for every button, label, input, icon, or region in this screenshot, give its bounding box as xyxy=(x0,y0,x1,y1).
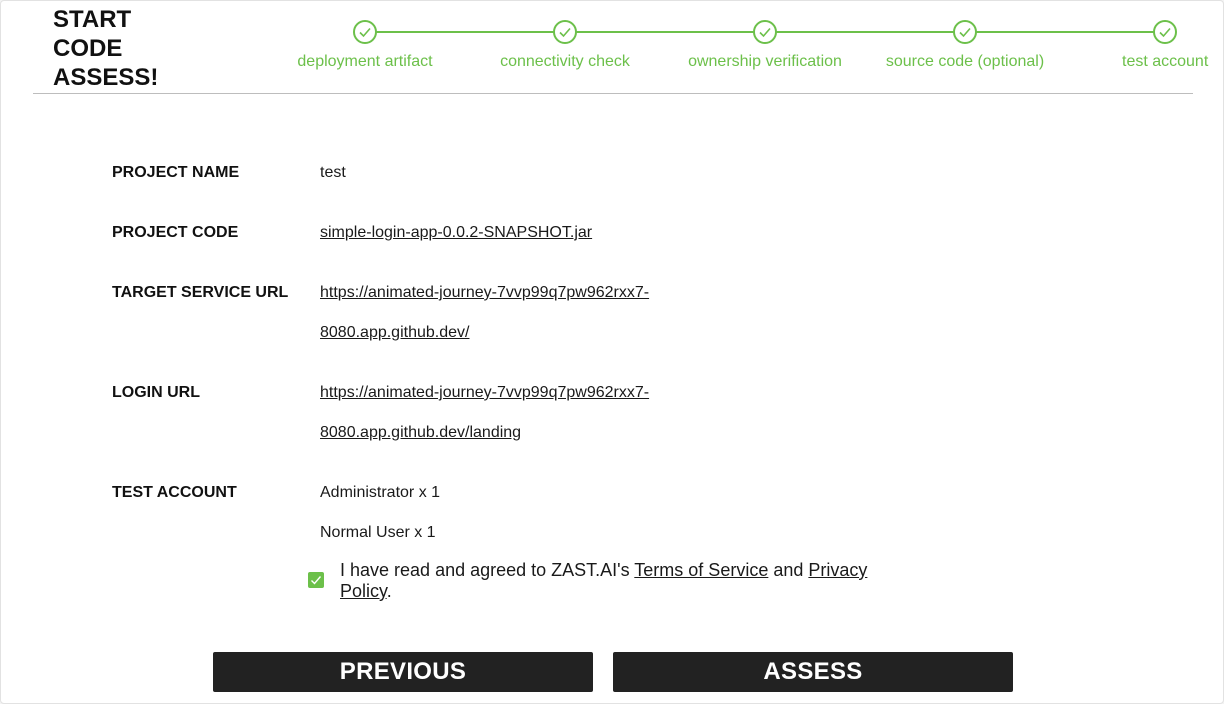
target-service-url-label: TARGET SERVICE URL xyxy=(112,284,289,301)
previous-button[interactable]: PREVIOUS xyxy=(213,652,593,692)
target-service-url-link-line1[interactable]: https://animated-journey-7vvp99q7pw962rx… xyxy=(320,273,649,313)
test-account-admin: Administrator x 1 xyxy=(320,484,441,501)
login-url-link-line1[interactable]: https://animated-journey-7vvp99q7pw962rx… xyxy=(320,373,649,413)
checkmark-icon xyxy=(311,576,322,585)
target-service-url-link-line2[interactable]: 8080.app.github.dev/ xyxy=(320,313,469,353)
agreement-text: I have read and agreed to ZAST.AI's Term… xyxy=(340,560,900,602)
page-title: START CODE ASSESS! xyxy=(53,6,159,91)
login-url-label: LOGIN URL xyxy=(112,384,200,401)
step-5-complete-icon xyxy=(1153,20,1177,44)
assess-button[interactable]: ASSESS xyxy=(613,652,1013,692)
login-url-link-line2[interactable]: 8080.app.github.dev/landing xyxy=(320,413,521,453)
step-3-complete-icon xyxy=(753,20,777,44)
project-code-link[interactable]: simple-login-app-0.0.2-SNAPSHOT.jar xyxy=(320,213,592,253)
project-name-label: PROJECT NAME xyxy=(112,164,240,181)
step-label-source-code: source code (optional) xyxy=(885,53,1045,70)
agreement-checkbox[interactable] xyxy=(308,572,324,588)
step-label-deployment-artifact: deployment artifact xyxy=(297,53,433,70)
assessment-panel: START CODE ASSESS! deployment artifact c… xyxy=(0,0,1224,704)
step-2-complete-icon xyxy=(553,20,577,44)
step-label-connectivity-check: connectivity check xyxy=(500,53,630,70)
project-name-value: test xyxy=(320,164,346,181)
terms-of-service-link[interactable]: Terms of Service xyxy=(634,560,768,580)
agreement-prefix: I have read and agreed to ZAST.AI's xyxy=(340,560,635,580)
project-code-label: PROJECT CODE xyxy=(112,224,239,241)
header-divider xyxy=(33,93,1193,94)
step-1-complete-icon xyxy=(353,20,377,44)
agreement-suffix: . xyxy=(386,581,392,601)
test-account-normal-user: Normal User x 1 xyxy=(320,524,436,541)
step-label-test-account: test account xyxy=(1122,53,1209,70)
step-4-complete-icon xyxy=(953,20,977,44)
test-account-label: TEST ACCOUNT xyxy=(112,484,237,501)
agreement-middle: and xyxy=(768,560,809,580)
step-label-ownership-verification: ownership verification xyxy=(688,53,842,70)
